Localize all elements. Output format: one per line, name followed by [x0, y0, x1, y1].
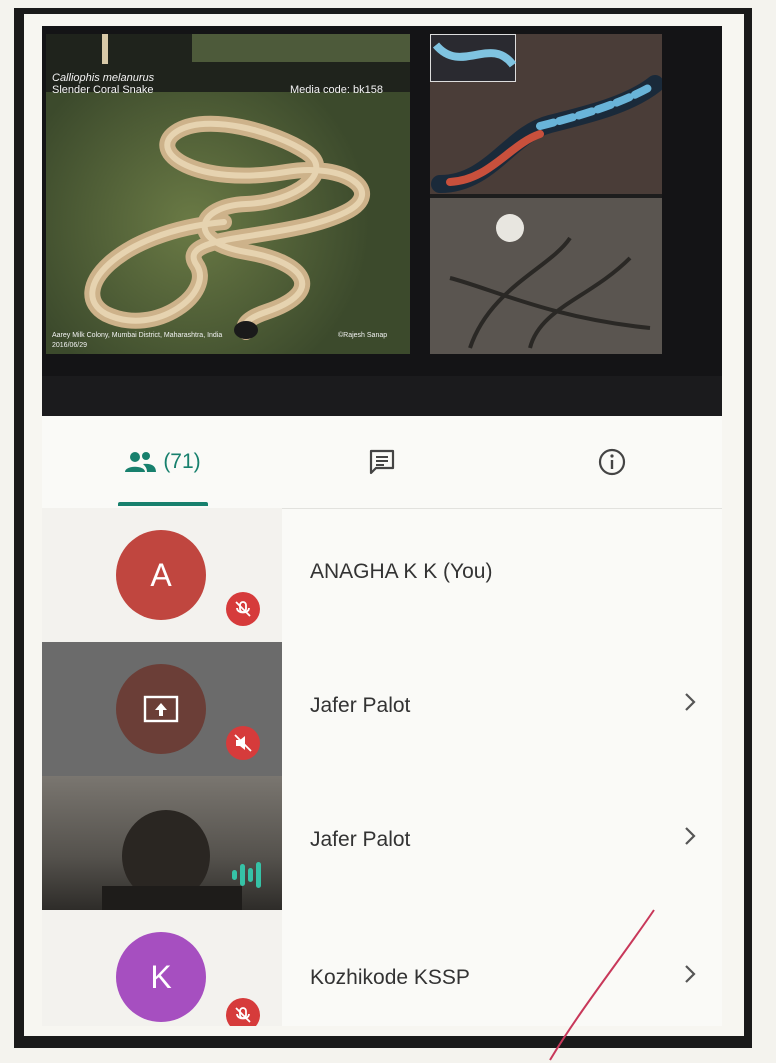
- participant-video-tile: [42, 776, 282, 910]
- participant-name: Kozhikode KSSP: [310, 966, 470, 989]
- participant-tile: [42, 642, 282, 776]
- participant-row[interactable]: Jafer Palot: [42, 642, 722, 776]
- tab-chat[interactable]: [342, 442, 422, 482]
- mic-off-icon: [226, 592, 260, 626]
- slide-photo-left: Calliophis melanurus Slender Coral Snake…: [46, 34, 410, 354]
- avatar-initial: A: [150, 556, 172, 593]
- participant-row[interactable]: A ANAGHA K K (You): [42, 508, 722, 642]
- avatar: A: [116, 530, 206, 620]
- photo-date: 2016/06/29: [52, 342, 88, 349]
- people-icon: [125, 452, 157, 472]
- tab-info[interactable]: [572, 442, 652, 482]
- chevron-right-icon[interactable]: [678, 690, 702, 714]
- tab-people[interactable]: (71): [102, 442, 222, 482]
- chevron-right-icon[interactable]: [678, 824, 702, 848]
- present-screen-icon: [143, 695, 179, 723]
- avatar: K: [116, 932, 206, 1022]
- participant-count: (71): [163, 450, 201, 473]
- speaker-off-icon: [226, 726, 260, 760]
- species-common: Slender Coral Snake: [52, 84, 154, 96]
- photo-credit: ©Rajesh Sanap: [338, 332, 388, 339]
- meet-screen: Calliophis melanurus Slender Coral Snake…: [42, 26, 722, 1026]
- chat-icon: [369, 449, 395, 475]
- pen-stroke: [549, 909, 655, 1061]
- species-latin: Calliophis melanurus: [52, 72, 155, 84]
- blue-snake-image: [431, 75, 662, 193]
- participant-tile: K: [42, 910, 282, 1026]
- participant-name: Jafer Palot: [310, 828, 411, 851]
- participant-name: Jafer Palot: [310, 694, 411, 717]
- avatar: [116, 664, 206, 754]
- chevron-right-icon[interactable]: [678, 962, 702, 986]
- avatar-initial: K: [150, 958, 172, 995]
- media-code: Media code: bk158: [290, 84, 383, 96]
- info-icon: [598, 448, 626, 476]
- participant-tile: A: [42, 508, 282, 642]
- participant-row[interactable]: Jafer Palot: [42, 776, 722, 910]
- snake-image: [84, 115, 370, 340]
- slide-photo-right: [430, 34, 662, 354]
- panel-tabs: (71): [42, 416, 722, 509]
- mic-off-icon: [226, 998, 260, 1026]
- participant-name: ANAGHA K K (You): [310, 560, 493, 583]
- audio-level-icon: [230, 860, 264, 895]
- presentation-stage[interactable]: Calliophis melanurus Slender Coral Snake…: [42, 26, 722, 416]
- selected-tab-indicator: [118, 502, 208, 506]
